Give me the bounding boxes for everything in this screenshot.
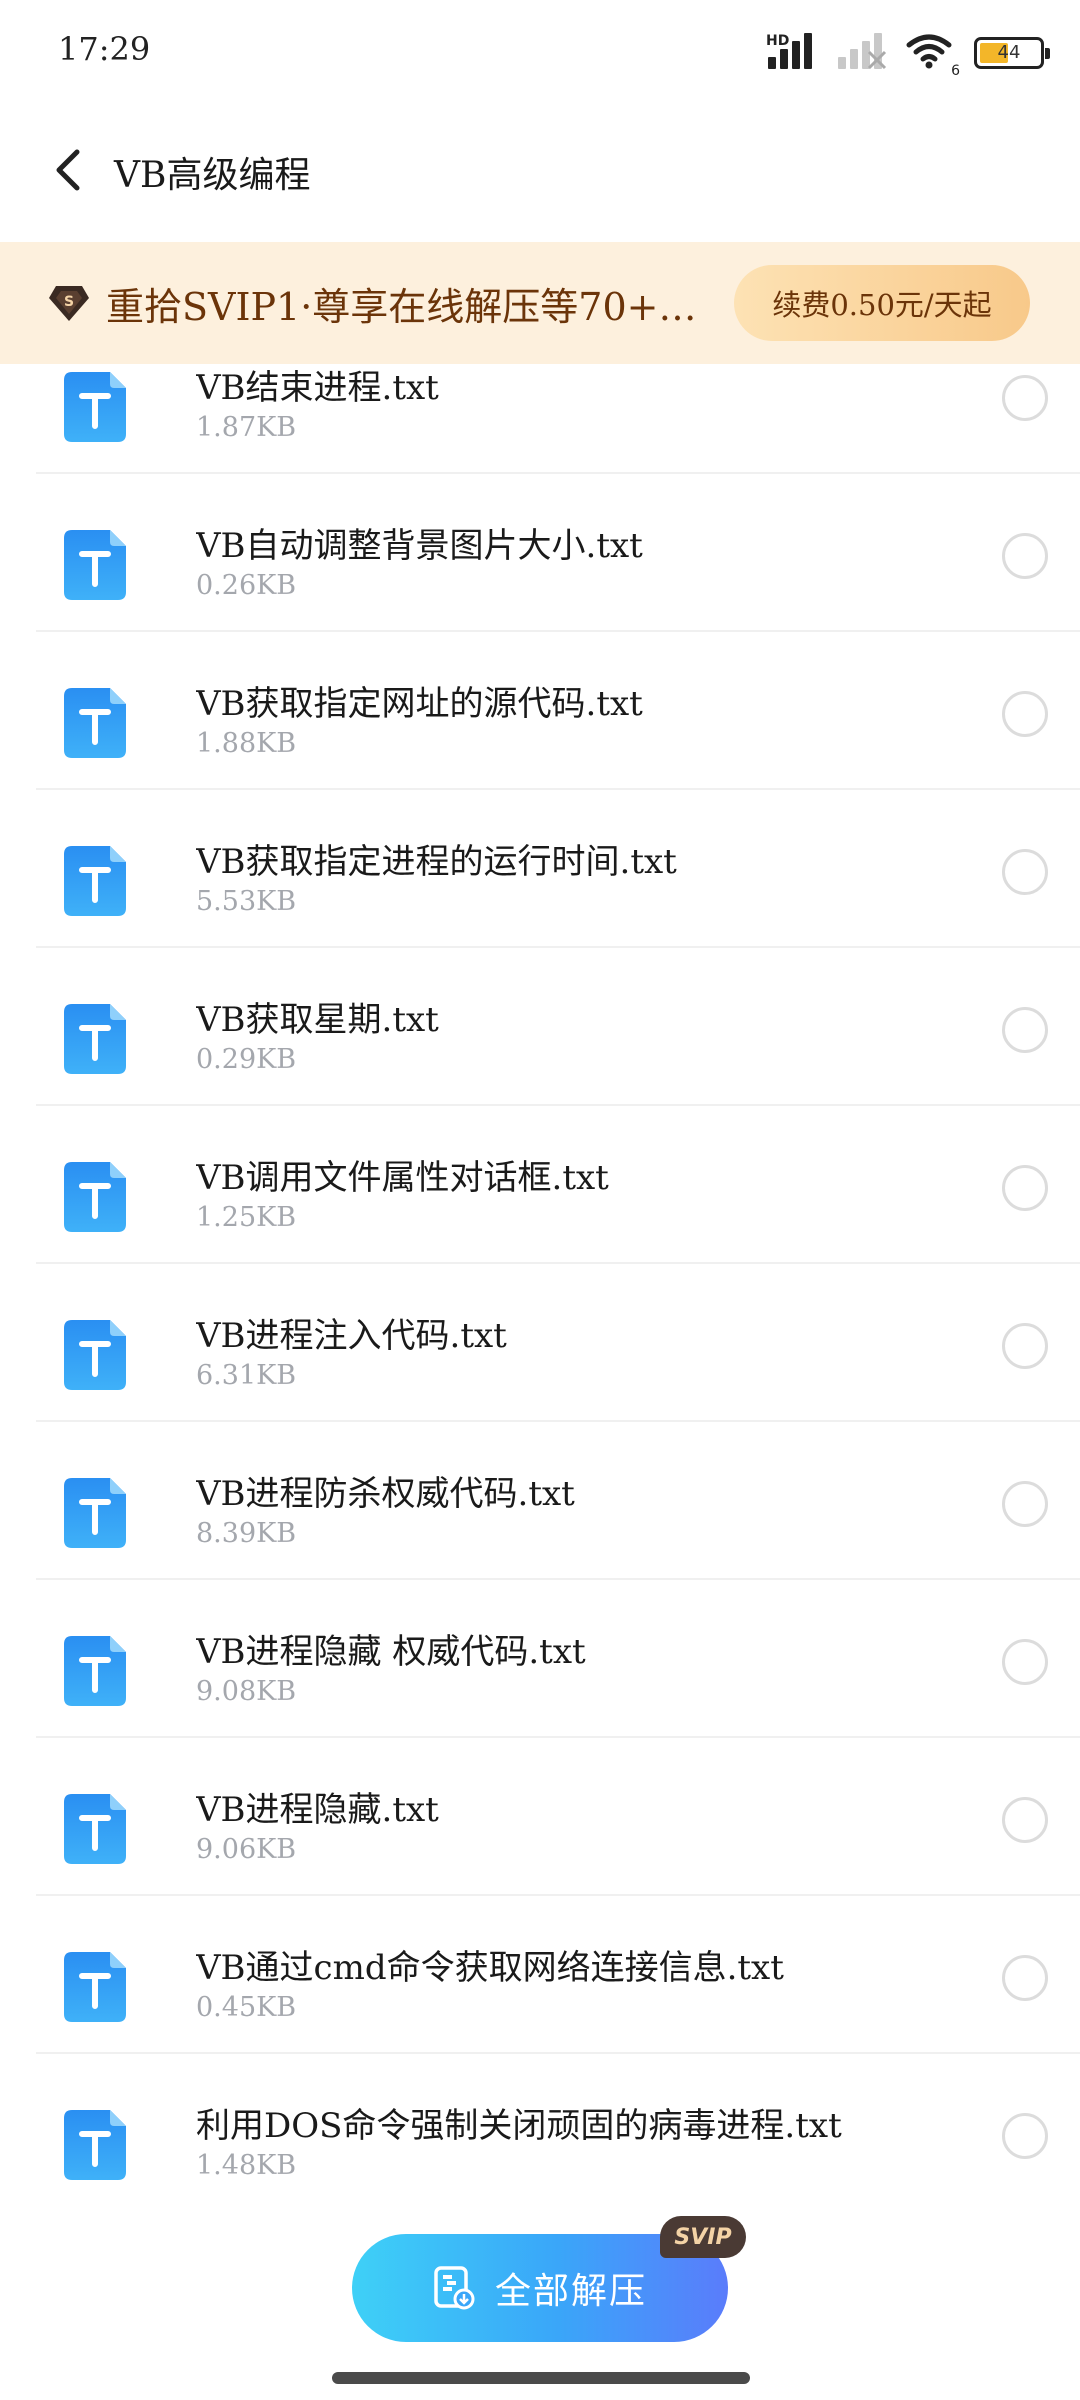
file-name: VB调用文件属性对话框.txt xyxy=(196,1158,609,1198)
file-list-scroll: VB结束进程.txt 1.87KB VB自动调整背景图片大小.txt 0.26KB VB… xyxy=(0,364,1080,2200)
file-list-item[interactable]: 利用DOS命令强制关闭顽固的病毒进程.txt 1.48KB xyxy=(0,2054,1080,2200)
file-select-checkbox[interactable] xyxy=(1002,533,1048,579)
file-size: 0.45KB xyxy=(196,1992,297,2023)
archive-extract-icon xyxy=(434,2266,475,2310)
file-size: 0.26KB xyxy=(196,570,297,601)
txt-file-icon xyxy=(64,1320,126,1390)
txt-file-icon xyxy=(64,372,126,442)
banner-text: 重拾SVIP1·尊享在线解压等70+… xyxy=(106,285,697,329)
extract-all-label: 全部解压 xyxy=(494,2271,647,2312)
file-select-checkbox[interactable] xyxy=(1002,2113,1048,2159)
file-select-checkbox[interactable] xyxy=(1002,1797,1048,1843)
svip-diamond-icon: S xyxy=(49,286,89,321)
wifi-icon: 6 xyxy=(906,33,960,79)
page-title: VB高级编程 xyxy=(114,155,311,196)
battery-level: 44 xyxy=(997,42,1021,63)
file-name: VB结束进程.txt xyxy=(196,368,439,408)
file-size: 9.08KB xyxy=(196,1676,297,1707)
file-list-item[interactable]: VB进程注入代码.txt 6.31KB xyxy=(0,1264,1080,1422)
txt-file-icon xyxy=(64,2110,126,2180)
txt-file-icon xyxy=(64,1478,126,1548)
status-bar: 17:29 HD 6 44 xyxy=(0,0,1080,100)
file-list-item[interactable]: VB进程隐藏.txt 9.06KB xyxy=(0,1738,1080,1896)
file-name: VB获取星期.txt xyxy=(196,1000,439,1040)
file-name: 利用DOS命令强制关闭顽固的病毒进程.txt xyxy=(196,2106,842,2146)
file-size: 1.87KB xyxy=(196,412,297,443)
file-size: 1.25KB xyxy=(196,1202,297,1233)
file-size: 1.88KB xyxy=(196,728,297,759)
txt-file-icon xyxy=(64,688,126,758)
txt-file-icon xyxy=(64,1952,126,2022)
file-name: VB自动调整背景图片大小.txt xyxy=(196,526,643,566)
file-select-checkbox[interactable] xyxy=(1002,1165,1048,1211)
svg-text:S: S xyxy=(64,294,74,310)
status-icons: HD 6 44 xyxy=(766,30,1050,79)
file-name: VB进程防杀权威代码.txt xyxy=(196,1474,575,1514)
battery-icon: 44 xyxy=(974,37,1050,69)
file-list-item[interactable]: VB进程防杀权威代码.txt 8.39KB xyxy=(0,1422,1080,1580)
file-size: 0.29KB xyxy=(196,1044,297,1075)
file-list-item[interactable]: VB进程隐藏 权威代码.txt 9.08KB xyxy=(0,1580,1080,1738)
file-size: 9.06KB xyxy=(196,1834,297,1865)
file-name: VB进程隐藏.txt xyxy=(196,1790,439,1830)
chevron-left-icon xyxy=(56,149,80,191)
file-list-item[interactable]: VB获取指定进程的运行时间.txt 5.53KB xyxy=(0,790,1080,948)
file-select-checkbox[interactable] xyxy=(1002,1481,1048,1527)
txt-file-icon xyxy=(64,1162,126,1232)
file-select-checkbox[interactable] xyxy=(1002,375,1048,421)
file-list-item[interactable]: VB获取指定网址的源代码.txt 1.88KB xyxy=(0,632,1080,790)
svip-badge: SVIP xyxy=(660,2216,746,2258)
file-select-checkbox[interactable] xyxy=(1002,1007,1048,1053)
txt-file-icon xyxy=(64,1794,126,1864)
file-select-checkbox[interactable] xyxy=(1002,691,1048,737)
file-size: 1.48KB xyxy=(196,2150,297,2181)
network-type-label: HD xyxy=(766,33,790,49)
file-name: VB获取指定网址的源代码.txt xyxy=(196,684,643,724)
file-name: VB通过cmd命令获取网络连接信息.txt xyxy=(196,1948,784,1988)
file-select-checkbox[interactable] xyxy=(1002,849,1048,895)
file-list[interactable]: VB结束进程.txt 1.87KB VB自动调整背景图片大小.txt 0.26KB VB… xyxy=(0,364,1080,2200)
file-select-checkbox[interactable] xyxy=(1002,1639,1048,1685)
file-select-checkbox[interactable] xyxy=(1002,1323,1048,1369)
renew-button[interactable]: 续费0.50元/天起 xyxy=(734,265,1030,341)
wifi-generation-label: 6 xyxy=(951,63,960,79)
gesture-navigation-bar[interactable] xyxy=(332,2372,750,2384)
file-list-item[interactable]: VB调用文件属性对话框.txt 1.25KB xyxy=(0,1106,1080,1264)
app-header: VB高级编程 xyxy=(0,120,1080,220)
txt-file-icon xyxy=(64,1636,126,1706)
svip-promo-banner[interactable]: S 重拾SVIP1·尊享在线解压等70+… 续费0.50元/天起 xyxy=(0,242,1080,364)
file-name: VB进程注入代码.txt xyxy=(196,1316,507,1356)
file-size: 6.31KB xyxy=(196,1360,297,1391)
txt-file-icon xyxy=(64,1004,126,1074)
back-button[interactable] xyxy=(40,138,96,202)
file-select-checkbox[interactable] xyxy=(1002,1955,1048,2001)
file-list-item[interactable]: VB自动调整背景图片大小.txt 0.26KB xyxy=(0,474,1080,632)
file-list-item[interactable]: VB通过cmd命令获取网络连接信息.txt 0.45KB xyxy=(0,1896,1080,2054)
file-name: VB获取指定进程的运行时间.txt xyxy=(196,842,677,882)
file-list-item[interactable]: VB结束进程.txt 1.87KB xyxy=(0,364,1080,474)
status-time: 17:29 xyxy=(58,30,151,68)
cellular-signal-2-icon xyxy=(836,33,888,73)
cellular-signal-icon: HD xyxy=(766,33,818,73)
file-list-item[interactable]: VB获取星期.txt 0.29KB xyxy=(0,948,1080,1106)
file-size: 5.53KB xyxy=(196,886,297,917)
txt-file-icon xyxy=(64,530,126,600)
file-size: 8.39KB xyxy=(196,1518,297,1549)
file-name: VB进程隐藏 权威代码.txt xyxy=(196,1632,586,1672)
txt-file-icon xyxy=(64,846,126,916)
